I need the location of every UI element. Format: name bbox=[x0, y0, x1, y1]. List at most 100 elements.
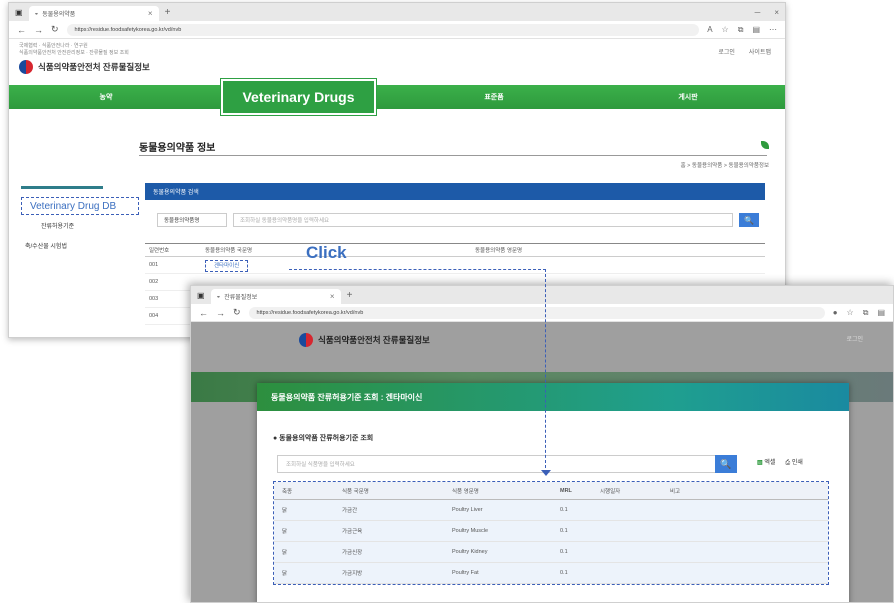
cell-food-korean: 가금지방 bbox=[342, 571, 363, 577]
nav-pesticides[interactable]: 농약 bbox=[9, 92, 203, 102]
close-window-icon[interactable]: × bbox=[774, 8, 779, 17]
search-button[interactable]: 🔍 bbox=[739, 213, 759, 227]
toolbar-icons: ● ☆ ⧉ ▤ bbox=[833, 308, 885, 318]
url-field[interactable]: https://residue.foodsafetykorea.go.kr/vd… bbox=[248, 306, 825, 319]
page-title: 동물용의약품 정보 bbox=[139, 143, 216, 154]
utility-line-2: 식품의약품안전처 안전관리정보 · 잔류물질 정보 조회 bbox=[19, 50, 129, 56]
menu-icon[interactable]: ⋯ bbox=[769, 25, 777, 35]
sidebar-item-vet-drug-db[interactable]: Veterinary Drug DB bbox=[21, 197, 139, 215]
connector-line-horizontal bbox=[289, 269, 546, 270]
window-controls: ─ × bbox=[755, 8, 779, 17]
minimize-icon[interactable]: ─ bbox=[755, 8, 761, 17]
connector-line-vertical bbox=[545, 269, 546, 473]
new-tab-icon[interactable]: + bbox=[165, 7, 171, 18]
favorite-icon[interactable]: ☆ bbox=[847, 308, 854, 318]
dimmed-logo: 식품의약품안전처 잔류물질정보 bbox=[299, 330, 430, 347]
cell-food-korean: 가금근육 bbox=[342, 529, 363, 535]
click-annotation: Click bbox=[306, 243, 347, 262]
excel-icon: ▧ bbox=[757, 460, 763, 466]
back-icon[interactable]: ← bbox=[17, 25, 26, 35]
mrl-modal: 동물용의약품 잔류허용기준 조회 : 겐타마이신 ● 동물용의약품 잔류허용기준… bbox=[257, 383, 849, 602]
tab-actions-icon[interactable]: ▣ bbox=[197, 291, 205, 300]
browser-tab[interactable]: ◒ 잔류물질정보 × bbox=[210, 289, 341, 304]
modal-subtitle: ● 동물용의약품 잔류허용기준 조회 bbox=[273, 435, 374, 442]
tab-bar: ▣ ◒ 동물용의약품 × + ─ × bbox=[9, 3, 785, 21]
nav-standards[interactable]: 표준품 bbox=[397, 92, 591, 102]
table-row[interactable]: 닭 가금지방 Poultry Fat 0.1 bbox=[274, 563, 828, 584]
reload-icon[interactable]: ↻ bbox=[233, 307, 241, 318]
food-search-button[interactable]: 🔍 bbox=[715, 455, 737, 473]
global-nav: 농약 표준품 게시판 Veterinary Drugs bbox=[9, 79, 785, 115]
sidebar-item-test-method[interactable]: 축/수산물 시험법 bbox=[25, 241, 67, 250]
leaf-icon bbox=[761, 141, 769, 149]
excel-label: 엑셀 bbox=[764, 460, 776, 466]
extension-dot-icon[interactable]: ● bbox=[833, 308, 838, 318]
table-row[interactable]: 닭 가금간 Poultry Liver 0.1 bbox=[274, 500, 828, 521]
close-tab-icon[interactable]: × bbox=[330, 292, 335, 301]
cell-mrl: 0.1 bbox=[560, 507, 568, 513]
print-button[interactable]: ⎙ 인쇄 bbox=[785, 457, 803, 467]
utility-line-1: 국제협력 · 식품안전나라 · 연구원 bbox=[19, 43, 88, 49]
sidebar-item-mrl[interactable]: 잔류허용기준 bbox=[41, 221, 74, 230]
url-field[interactable]: https://residue.foodsafetykorea.go.kr/vd… bbox=[66, 23, 700, 36]
browser-tab[interactable]: ◒ 동물용의약품 × bbox=[28, 6, 159, 21]
close-tab-icon[interactable]: × bbox=[148, 9, 153, 18]
col-mrl[interactable]: MRL bbox=[554, 488, 594, 494]
col-species[interactable]: 축종 bbox=[274, 487, 334, 495]
cell-species: 닭 bbox=[282, 571, 288, 577]
tab-favicon-icon: ◒ bbox=[216, 293, 221, 300]
excel-button[interactable]: ▧ 엑셀 bbox=[757, 457, 775, 467]
sidebar-accent bbox=[21, 186, 103, 189]
print-icon: ⎙ bbox=[785, 460, 791, 466]
search-type-select[interactable]: 동물용의약품명 bbox=[157, 213, 227, 227]
government-seal-icon bbox=[299, 333, 313, 347]
reload-icon[interactable]: ↻ bbox=[51, 24, 59, 35]
cell-species: 닭 bbox=[282, 508, 288, 514]
cell-food-english: Poultry Muscle bbox=[452, 528, 489, 534]
login-link[interactable]: 로그인 bbox=[846, 334, 863, 343]
tab-title: 잔류물질정보 bbox=[224, 295, 258, 301]
col-effective-date[interactable]: 시행일자 bbox=[594, 487, 664, 495]
tab-actions-icon[interactable]: ▣ bbox=[15, 8, 23, 17]
favorite-icon[interactable]: ☆ bbox=[722, 25, 729, 35]
extensions-icon[interactable]: ⧉ bbox=[863, 308, 869, 318]
collections-icon[interactable]: ▤ bbox=[752, 25, 760, 35]
cell-mrl: 0.1 bbox=[560, 570, 568, 576]
sitemap-link[interactable]: 사이트맵 bbox=[749, 47, 771, 56]
table-row[interactable]: 001 겐타마이신 bbox=[145, 257, 765, 274]
extensions-icon[interactable]: ⧉ bbox=[738, 25, 744, 35]
nav-board[interactable]: 게시판 bbox=[591, 92, 785, 102]
new-tab-icon[interactable]: + bbox=[347, 290, 353, 301]
tab-bar: ▣ ◒ 잔류물질정보 × + bbox=[191, 286, 893, 304]
col-serial[interactable]: 일련번호 bbox=[145, 246, 205, 254]
search-section-header: 동물용의약품 검색 bbox=[145, 183, 765, 200]
back-icon[interactable]: ← bbox=[199, 308, 208, 318]
login-link[interactable]: 로그인 bbox=[718, 47, 735, 56]
browser-window-popup: ▣ ◒ 잔류물질정보 × + ← → ↻ https://residue.foo… bbox=[190, 285, 894, 603]
col-food-korean[interactable]: 식품 국문명 bbox=[334, 487, 444, 495]
logo-text: 식품의약품안전처 잔류물질정보 bbox=[318, 335, 430, 345]
address-bar-row: ← → ↻ https://residue.foodsafetykorea.go… bbox=[9, 21, 785, 39]
search-input[interactable]: 조회하실 동물용의약품명을 입력하세요 bbox=[233, 213, 733, 227]
read-aloud-icon[interactable]: A bbox=[707, 25, 712, 35]
breadcrumb: 홈 > 동물용의약품 > 동물용의약품정보 bbox=[680, 163, 769, 169]
address-bar-row: ← → ↻ https://residue.foodsafetykorea.go… bbox=[191, 304, 893, 322]
table-row[interactable]: 닭 가금근육 Poultry Muscle 0.1 bbox=[274, 521, 828, 542]
mrl-table: 축종 식품 국문명 식품 영문명 MRL 시행일자 비고 닭 가금간 Poult… bbox=[273, 481, 829, 585]
cell-species: 닭 bbox=[282, 529, 288, 535]
col-english-name[interactable]: 동물용의약품 영문명 bbox=[415, 246, 765, 254]
toolbar-icons: A ☆ ⧉ ▤ ⋯ bbox=[707, 25, 777, 35]
collections-icon[interactable]: ▤ bbox=[877, 308, 885, 318]
forward-icon[interactable]: → bbox=[216, 308, 225, 318]
col-food-english[interactable]: 식품 영문명 bbox=[444, 487, 554, 495]
gentamicin-link[interactable]: 겐타마이신 bbox=[205, 260, 249, 272]
food-search-input[interactable]: 조회하실 식품명을 입력하세요 bbox=[277, 455, 737, 473]
cell-food-english: Poultry Liver bbox=[452, 507, 483, 513]
site-logo[interactable]: 식품의약품안전처 잔류물질정보 bbox=[19, 60, 775, 74]
forward-icon[interactable]: → bbox=[34, 25, 43, 35]
cell-food-english: Poultry Fat bbox=[452, 570, 479, 576]
col-remarks[interactable]: 비고 bbox=[664, 487, 828, 495]
logo-text: 식품의약품안전처 잔류물질정보 bbox=[38, 62, 150, 72]
table-row[interactable]: 닭 가금신장 Poultry Kidney 0.1 bbox=[274, 542, 828, 563]
cell-food-english: Poultry Kidney bbox=[452, 549, 488, 555]
